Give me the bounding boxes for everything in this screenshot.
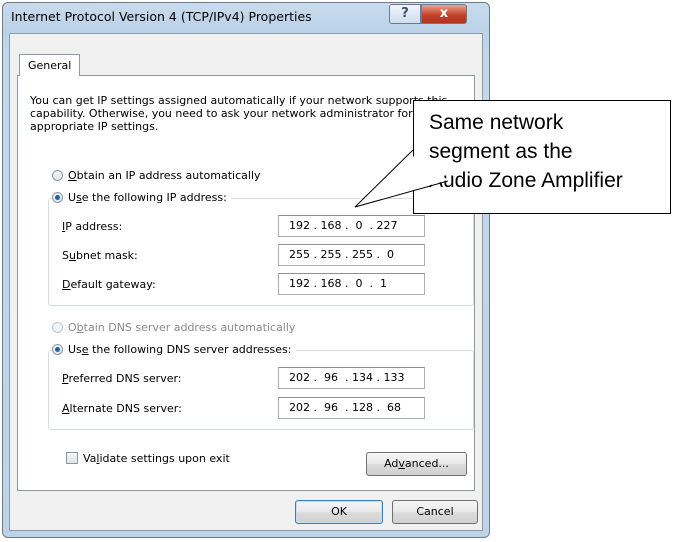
callout-pointer: [354, 149, 449, 208]
